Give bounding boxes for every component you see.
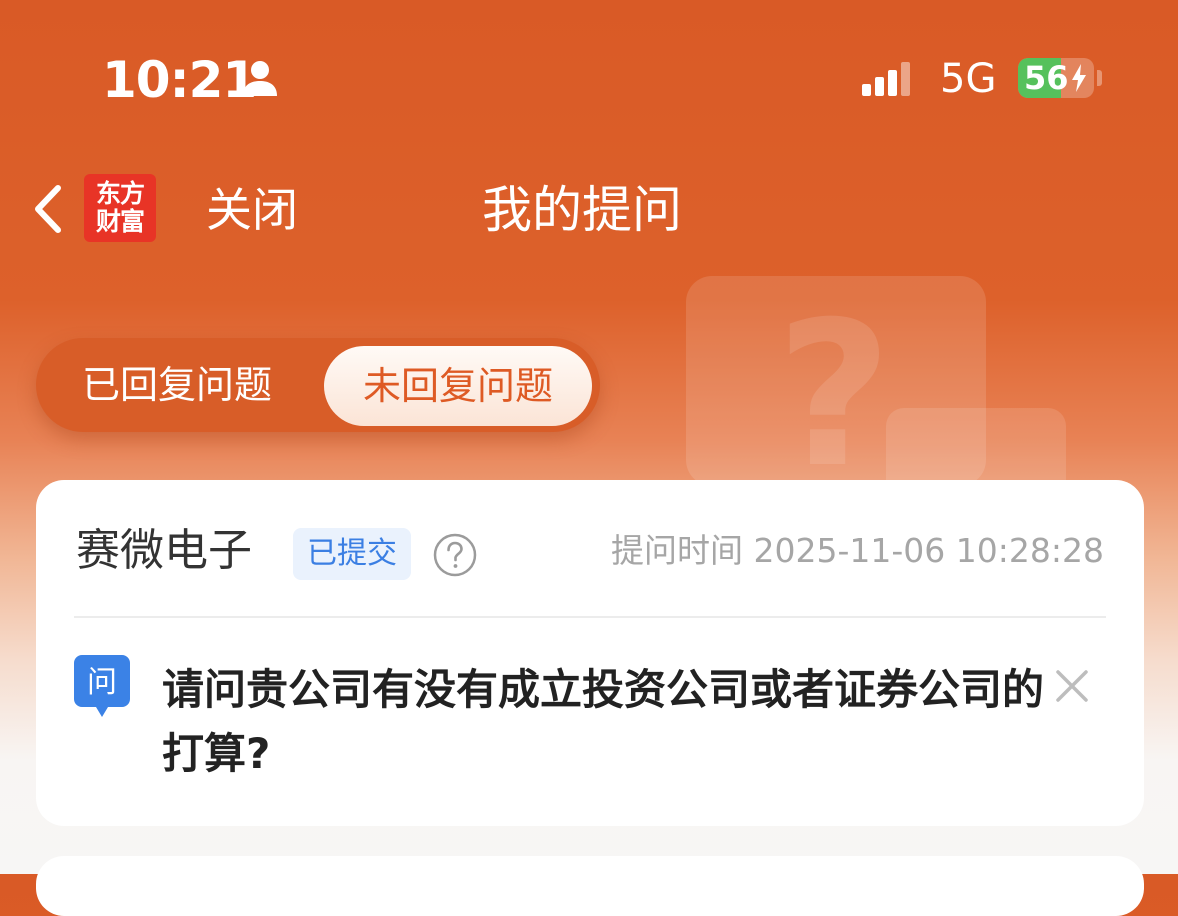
help-icon[interactable] bbox=[432, 532, 478, 578]
status-badge: 已提交 bbox=[293, 528, 411, 580]
tab-unreplied[interactable]: 未回复问题 bbox=[324, 346, 592, 426]
person-icon bbox=[243, 61, 277, 96]
close-button[interactable]: 关闭 bbox=[206, 182, 298, 238]
question-tabs: 已回复问题 未回复问题 bbox=[36, 338, 600, 432]
battery-tip bbox=[1097, 70, 1102, 86]
question-text: 请问贵公司有没有成立投资公司或者证券公司的打算? bbox=[162, 665, 1045, 778]
company-name: 赛微电子 bbox=[76, 525, 252, 576]
network-type: 5G bbox=[940, 56, 997, 102]
battery-icon: 56 bbox=[1018, 58, 1094, 98]
ask-time: 提问时间 2025-11-06 10:28:28 bbox=[611, 531, 1104, 570]
logo-line-2: 财富 bbox=[95, 207, 145, 236]
page-title: 我的提问 bbox=[482, 181, 682, 239]
app-logo: 东方 财富 bbox=[84, 174, 156, 242]
question-mark-decor-icon: ? bbox=[776, 279, 893, 512]
charging-bolt-icon bbox=[1072, 64, 1086, 92]
status-time: 10:21 bbox=[102, 51, 257, 109]
question-card[interactable]: 赛微电子 已提交 提问时间 2025-11-06 10:28:28 问 请问贵公… bbox=[36, 480, 1144, 826]
question-icon-label: 问 bbox=[87, 665, 117, 700]
close-icon[interactable] bbox=[1052, 666, 1092, 706]
chevron-left-icon[interactable] bbox=[24, 176, 74, 242]
question-bubble-icon: 问 bbox=[74, 655, 130, 717]
divider bbox=[74, 616, 1106, 618]
battery-percent: 56 bbox=[1024, 59, 1069, 97]
logo-line-1: 东方 bbox=[95, 179, 145, 208]
tab-replied[interactable]: 已回复问题 bbox=[82, 338, 272, 432]
question-card-next[interactable] bbox=[36, 856, 1144, 916]
signal-icon bbox=[862, 62, 910, 96]
